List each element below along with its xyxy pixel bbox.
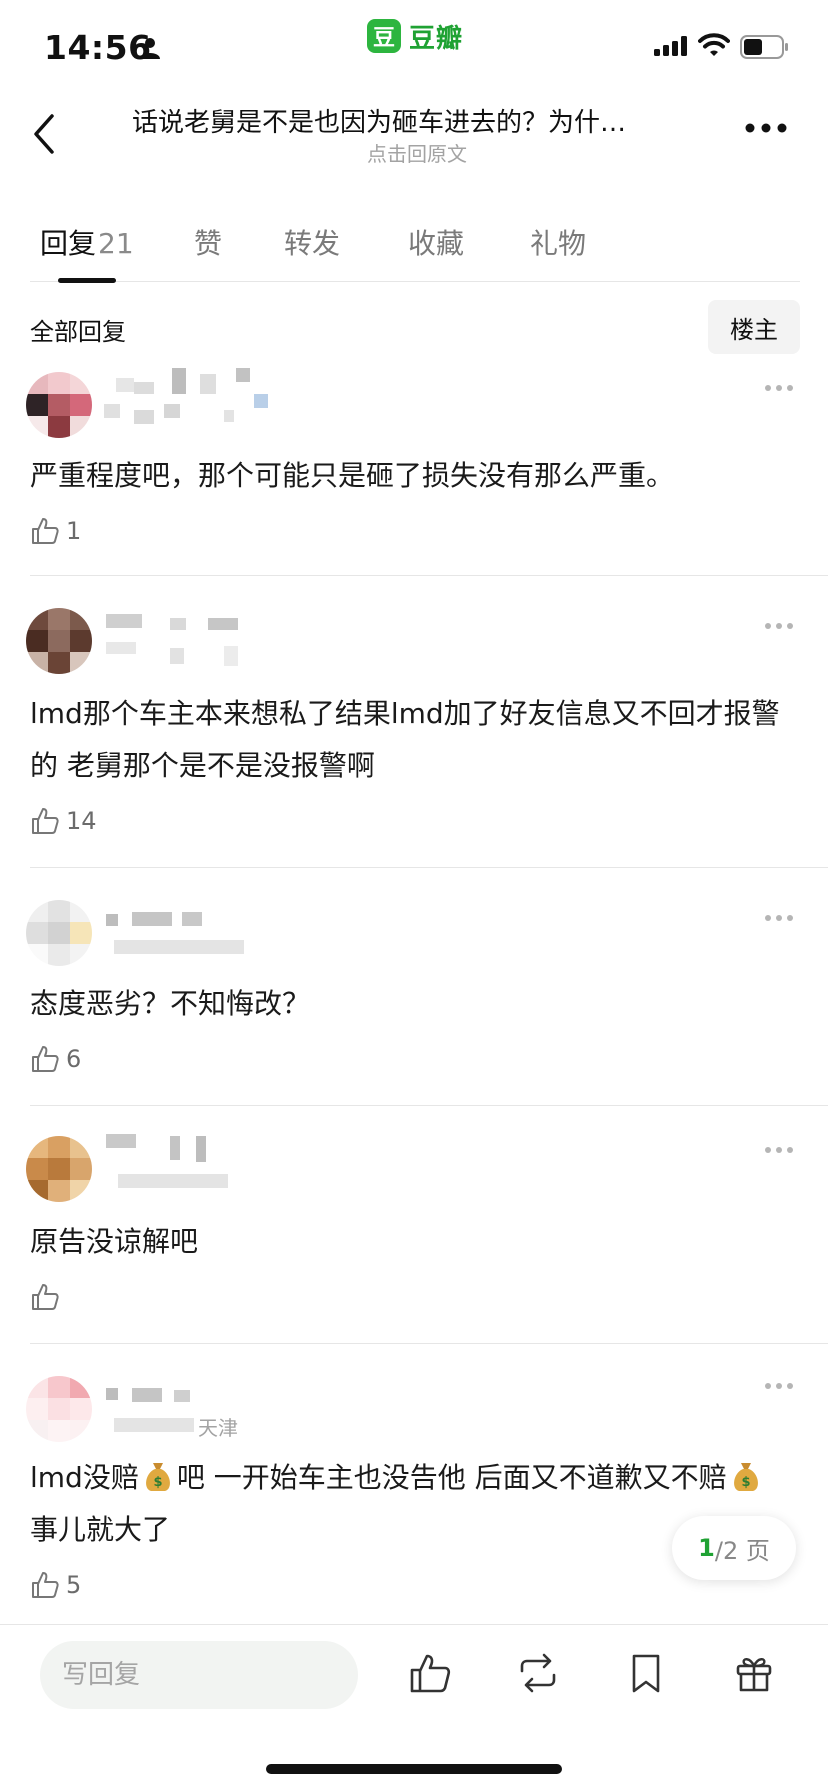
post-title[interactable]: 话说老舅是不是也因为砸车进去的？为什… xyxy=(132,102,702,139)
thumbs-up-icon[interactable] xyxy=(408,1651,452,1695)
username-blurred[interactable] xyxy=(104,1134,294,1190)
tab-bar: 回复21 赞 转发 收藏 礼物 xyxy=(30,212,800,283)
comment-text: 原告没谅解吧 xyxy=(30,1225,199,1258)
comment-item: lmd那个车主本来想私了结果lmd加了好友信息又不回才报警的 老舅那个是不是没报… xyxy=(0,604,828,868)
avatar[interactable] xyxy=(26,608,92,674)
person-icon xyxy=(140,38,160,59)
tab-replies[interactable]: 回复21 xyxy=(40,222,134,262)
repost-icon[interactable] xyxy=(516,1651,560,1695)
back-to-original-link[interactable]: 点击回原文 xyxy=(132,138,702,167)
divider xyxy=(30,1343,828,1344)
comment-more-icon[interactable] xyxy=(764,1146,794,1154)
comment-more-icon[interactable] xyxy=(764,914,794,922)
tab-reposts[interactable]: 转发 xyxy=(284,222,340,262)
signal-icon xyxy=(654,36,687,56)
like-button[interactable]: 14 xyxy=(30,804,97,838)
comment-more-icon[interactable] xyxy=(764,384,794,392)
username-blurred[interactable] xyxy=(104,606,294,666)
wifi-icon xyxy=(698,33,730,56)
status-bar: 14:56 豆 豆瓣 xyxy=(0,0,828,92)
like-count: 1 xyxy=(66,517,82,545)
comment-location: 天津 xyxy=(198,1416,238,1440)
section-header: 全部回复 楼主 xyxy=(30,300,800,356)
username-blurred[interactable] xyxy=(104,368,294,424)
money-bag-icon: $ xyxy=(733,1463,758,1491)
more-icon[interactable] xyxy=(744,122,788,134)
active-tab-indicator xyxy=(58,278,116,283)
like-button[interactable]: 1 xyxy=(30,514,81,548)
divider xyxy=(30,1105,828,1106)
app-brand: 豆 豆瓣 xyxy=(367,18,463,54)
avatar[interactable] xyxy=(26,372,92,438)
username-blurred[interactable]: 天津 xyxy=(104,1374,294,1440)
comment-text: lmd那个车主本来想私了结果lmd加了好友信息又不回才报警的 老舅那个是不是没报… xyxy=(30,697,780,782)
comment-item: 原告没谅解吧 xyxy=(0,1134,828,1344)
thumbs-up-icon xyxy=(32,1046,59,1072)
tab-gifts[interactable]: 礼物 xyxy=(530,222,586,262)
like-count: 5 xyxy=(66,1571,82,1599)
thumbs-up-icon xyxy=(32,518,59,544)
thumbs-up-icon xyxy=(32,1284,59,1310)
app-name: 豆瓣 xyxy=(409,23,464,54)
avatar[interactable] xyxy=(26,1376,92,1442)
title-bar: 话说老舅是不是也因为砸车进去的？为什… 点击回原文 xyxy=(0,92,828,180)
comment-more-icon[interactable] xyxy=(764,1382,794,1390)
like-count: 14 xyxy=(66,807,97,835)
back-icon[interactable] xyxy=(26,110,62,158)
bottom-action-bar xyxy=(0,1624,828,1754)
avatar[interactable] xyxy=(26,900,92,966)
comment-text: 严重程度吧，那个可能只是砸了损失没有那么严重。 xyxy=(30,459,675,492)
section-title: 全部回复 xyxy=(30,318,126,346)
battery-icon xyxy=(740,35,788,59)
thumbs-up-icon xyxy=(32,1572,59,1598)
douban-logo-icon: 豆 xyxy=(367,19,401,53)
divider xyxy=(30,867,828,868)
divider xyxy=(30,575,828,576)
money-bag-icon: $ xyxy=(145,1463,170,1491)
avatar[interactable] xyxy=(26,1136,92,1202)
status-time: 14:56 xyxy=(44,28,152,67)
thumbs-up-icon xyxy=(32,808,59,834)
svg-text:$: $ xyxy=(741,1475,750,1490)
comment-more-icon[interactable] xyxy=(764,622,794,630)
comment-item: 态度恶劣？不知悔改？ 6 xyxy=(0,896,828,1106)
gift-icon[interactable] xyxy=(732,1651,776,1695)
op-only-filter-button[interactable]: 楼主 xyxy=(708,300,800,354)
tab-likes[interactable]: 赞 xyxy=(194,222,222,262)
page-total: /2 页 xyxy=(714,1536,770,1565)
home-indicator xyxy=(266,1764,562,1774)
page-current: 1 xyxy=(698,1534,715,1562)
username-blurred[interactable] xyxy=(104,898,294,954)
like-button[interactable]: 5 xyxy=(30,1568,81,1602)
like-button[interactable] xyxy=(30,1280,60,1314)
comment-text: 态度恶劣？不知悔改？ xyxy=(30,987,311,1020)
svg-text:$: $ xyxy=(153,1475,162,1490)
like-button[interactable]: 6 xyxy=(30,1042,81,1076)
like-count: 6 xyxy=(66,1045,82,1073)
tab-favorites[interactable]: 收藏 xyxy=(408,222,464,262)
comment-item: 严重程度吧，那个可能只是砸了损失没有那么严重。 1 xyxy=(0,366,828,576)
page-indicator[interactable]: 1/2 页 xyxy=(672,1516,796,1580)
reply-input[interactable] xyxy=(40,1641,358,1709)
bookmark-icon[interactable] xyxy=(624,1651,668,1695)
